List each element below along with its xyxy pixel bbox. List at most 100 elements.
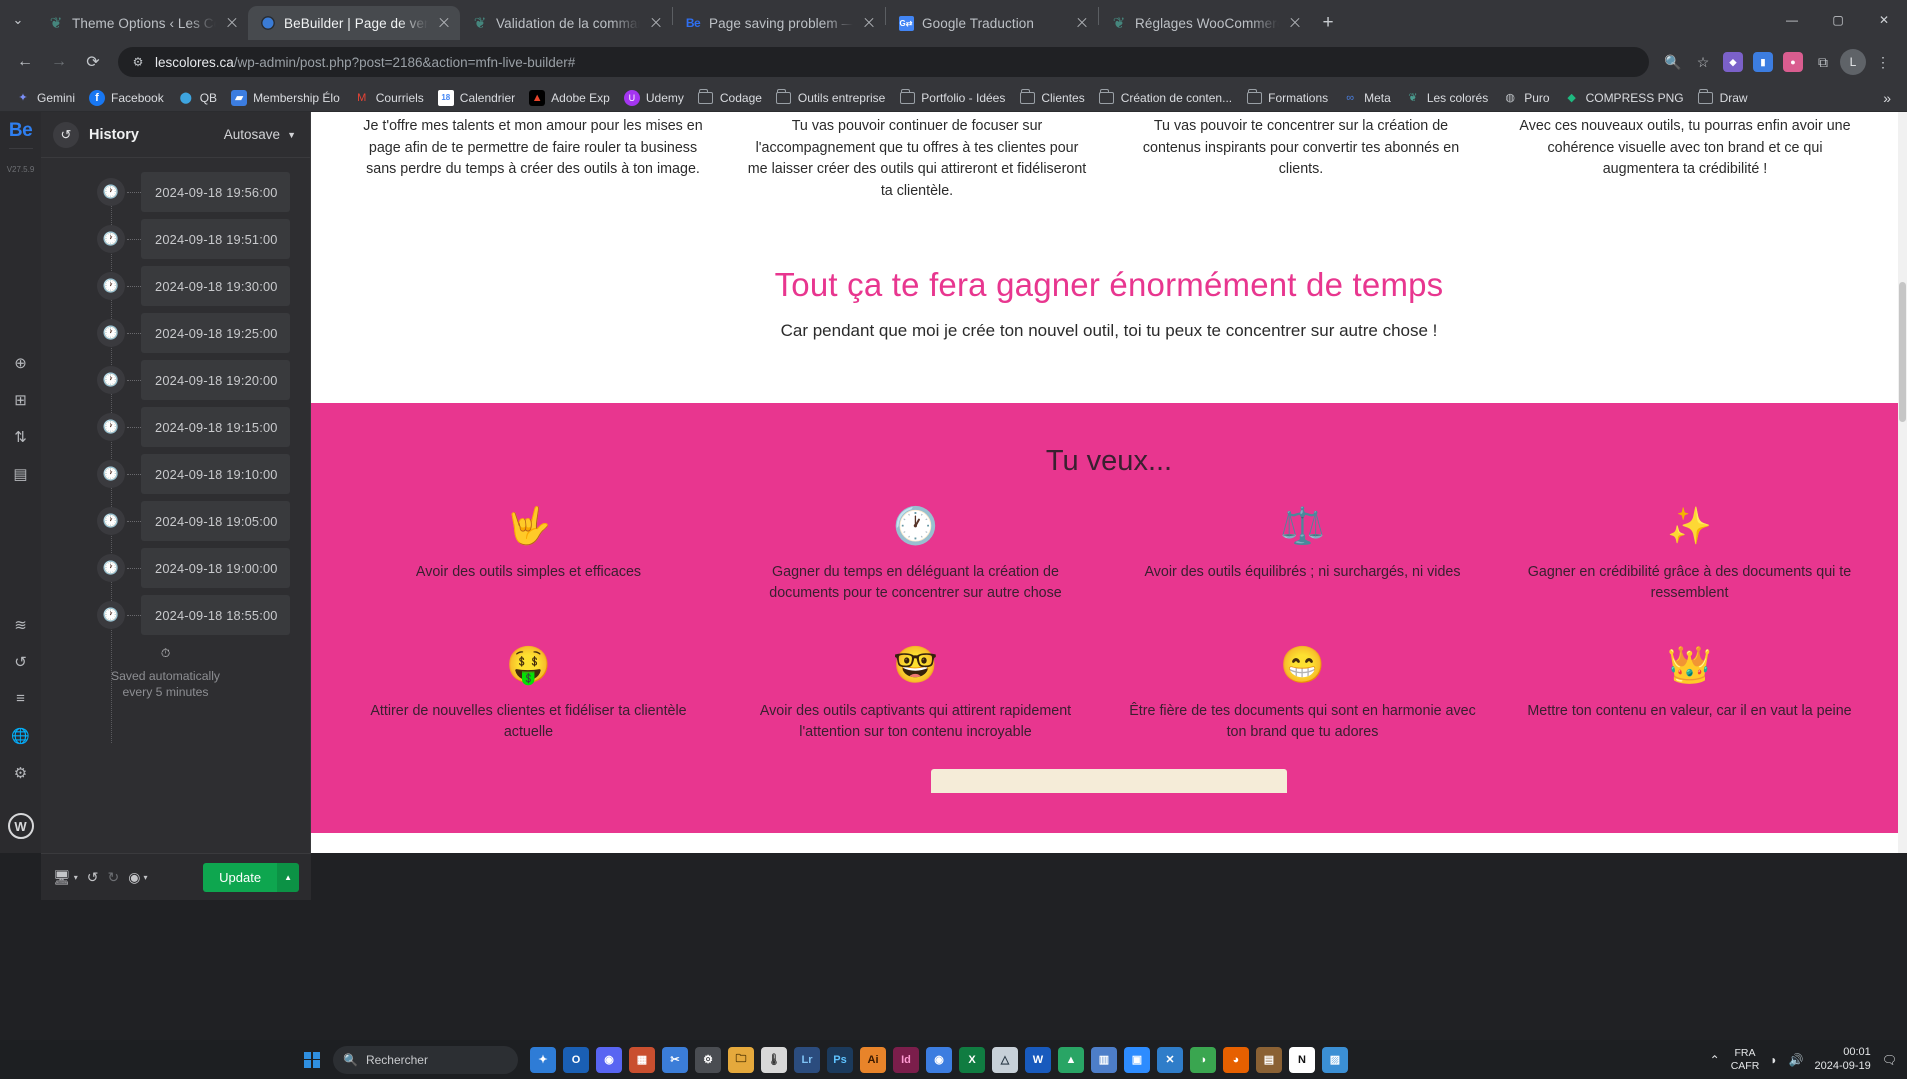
browser-tab-1[interactable]: BeBuilder | Page de vente – Out — [248, 6, 460, 40]
browser-tab-0[interactable]: ❦ Theme Options ‹ Les Colorés — — [36, 6, 248, 40]
language-indicator[interactable]: FRA CAFR — [1731, 1047, 1760, 1071]
new-tab-button[interactable]: + — [1311, 6, 1345, 40]
bookmark-folder-clientes[interactable]: Clientes — [1012, 87, 1091, 109]
close-icon[interactable] — [436, 15, 452, 31]
thermometer-icon[interactable]: 🌡 — [761, 1046, 787, 1073]
update-button[interactable]: Update — [203, 862, 278, 892]
vscode-alt-icon[interactable]: ✂ — [662, 1046, 688, 1073]
history-entry-list[interactable]: 🕐 2024-09-18 19:56:00 🕐 2024-09-18 19:51… — [41, 158, 310, 853]
lightroom-icon[interactable]: Lr — [794, 1046, 820, 1073]
responsive-preview-button[interactable]: 🖥 ▾ — [53, 869, 78, 886]
bookmark-meta[interactable]: ∞ Meta — [1335, 87, 1398, 109]
bookmark-adobe-exp[interactable]: ▲ Adobe Exp — [522, 87, 617, 109]
bookmarks-overflow-button[interactable]: » — [1875, 90, 1899, 106]
close-icon[interactable] — [1287, 15, 1303, 31]
close-icon[interactable] — [648, 15, 664, 31]
illustrator-icon[interactable]: Ai — [860, 1046, 886, 1073]
copilot-icon[interactable]: ✦ — [530, 1046, 556, 1073]
volume-icon[interactable]: 🔊 — [1789, 1053, 1804, 1067]
photoshop-icon[interactable]: Ps — [827, 1046, 853, 1073]
add-section-icon[interactable]: ⊕ — [0, 344, 41, 381]
browser-tab-2[interactable]: ❦ Validation de la commande - Le — [460, 6, 672, 40]
tab-search-button[interactable]: ⌄ — [0, 0, 36, 40]
zoom-icon[interactable]: ▣ — [1124, 1046, 1150, 1073]
history-entry[interactable]: 🕐 2024-09-18 19:15:00 — [41, 407, 290, 447]
wordpress-icon[interactable]: W — [7, 813, 34, 839]
browser-tab-5[interactable]: ❦ Réglages WooCommerce ‹ Les C — [1099, 6, 1311, 40]
grid-layout-icon[interactable]: ⊞ — [0, 381, 41, 418]
filezilla-icon[interactable]: ◑ — [1190, 1046, 1216, 1073]
browser-tab-3[interactable]: Be Page saving problem — Bethem — [673, 6, 885, 40]
outlook-icon[interactable]: O — [563, 1046, 589, 1073]
bookmark-les-colores[interactable]: ❦ Les colorés — [1398, 87, 1495, 109]
bookmark-star-icon[interactable]: ☆ — [1689, 48, 1717, 76]
bookmark-facebook[interactable]: f Facebook — [82, 87, 171, 109]
history-entry[interactable]: 🕐 2024-09-18 19:51:00 — [41, 219, 290, 259]
browser-tab-4[interactable]: G⇄ Google Traduction — [886, 6, 1098, 40]
bookmark-qb[interactable]: ⬤ QB — [171, 87, 224, 109]
page-scrollbar[interactable] — [1898, 112, 1907, 853]
redo-button[interactable]: ↻ — [108, 869, 120, 886]
bookmark-folder-draw[interactable]: Draw — [1691, 87, 1755, 109]
history-icon[interactable]: ↺ — [0, 643, 41, 680]
bookmark-folder-codage[interactable]: Codage — [691, 87, 769, 109]
globe-icon[interactable]: 🌐 — [0, 717, 41, 754]
affinity-icon[interactable]: △ — [992, 1046, 1018, 1073]
bookmark-compress-png[interactable]: ◆ COMPRESS PNG — [1557, 87, 1691, 109]
bookmark-calendrier[interactable]: 18 Calendrier — [431, 87, 522, 109]
settings-icon[interactable]: ⚙ — [695, 1046, 721, 1073]
vscode-icon[interactable]: ✕ — [1157, 1046, 1183, 1073]
network-icon[interactable]: ◗ — [1770, 1053, 1777, 1067]
extension-circle-icon[interactable]: ● — [1779, 48, 1807, 76]
file-explorer-icon[interactable]: 🗀 — [728, 1046, 754, 1073]
address-bar[interactable]: ⚙ lescolores.ca/wp-admin/post.php?post=2… — [118, 47, 1649, 77]
extension-puzzle-icon[interactable]: ◆ — [1719, 48, 1747, 76]
extensions-menu-icon[interactable]: ⧉ — [1809, 48, 1837, 76]
scrollbar-thumb[interactable] — [1899, 282, 1906, 422]
stats-icon[interactable]: ▥ — [1091, 1046, 1117, 1073]
bookmark-puro[interactable]: ◍ Puro — [1495, 87, 1556, 109]
bookmark-folder-creation-de-contenu[interactable]: Création de conten... — [1092, 87, 1239, 109]
close-icon[interactable] — [224, 15, 240, 31]
discord-icon[interactable]: ◉ — [596, 1046, 622, 1073]
bookmark-folder-portfolio-idees[interactable]: Portfolio - Idées — [892, 87, 1012, 109]
excel-icon[interactable]: X — [959, 1046, 985, 1073]
history-entry[interactable]: 🕐 2024-09-18 19:20:00 — [41, 360, 290, 400]
history-entry[interactable]: 🕐 2024-09-18 19:56:00 — [41, 172, 290, 212]
bookmark-membership-elo[interactable]: ▰ Membership Élo — [224, 87, 347, 109]
minimize-button[interactable]: — — [1769, 4, 1815, 36]
lightburn-icon[interactable]: ▤ — [1256, 1046, 1282, 1073]
gear-icon[interactable]: ⚙ — [0, 754, 41, 791]
notion-icon[interactable]: N — [1289, 1046, 1315, 1073]
update-options-button[interactable]: ▲ — [277, 862, 299, 892]
search-icon[interactable]: 🔍 — [1659, 48, 1687, 76]
bookmark-folder-formations[interactable]: Formations — [1239, 87, 1335, 109]
forward-button[interactable]: → — [44, 47, 74, 77]
bookmark-courriels[interactable]: M Courriels — [347, 87, 431, 109]
close-icon[interactable] — [1074, 15, 1090, 31]
drive-icon[interactable]: ▲ — [1058, 1046, 1084, 1073]
close-window-button[interactable]: ✕ — [1861, 4, 1907, 36]
photos-icon[interactable]: ▨ — [1322, 1046, 1348, 1073]
firefox-icon[interactable]: ◕ — [1223, 1046, 1249, 1073]
maximize-button[interactable]: ▢ — [1815, 4, 1861, 36]
preview-button[interactable]: ◉ ▾ — [128, 869, 147, 886]
back-button[interactable]: ← — [10, 47, 40, 77]
layers-icon[interactable]: ≋ — [0, 606, 41, 643]
excel-sheets-icon[interactable]: ▦ — [629, 1046, 655, 1073]
history-entry[interactable]: 🕐 2024-09-18 19:05:00 — [41, 501, 290, 541]
reorder-icon[interactable]: ⇅ — [0, 418, 41, 455]
undo-button[interactable]: ↺ — [87, 869, 99, 886]
settings-sliders-icon[interactable]: ≡ — [0, 680, 41, 717]
history-entry[interactable]: 🕐 2024-09-18 19:30:00 — [41, 266, 290, 306]
page-info-icon[interactable]: ⚙ — [130, 54, 146, 70]
chrome-menu-icon[interactable]: ⋮ — [1869, 48, 1897, 76]
history-entry[interactable]: 🕐 2024-09-18 19:10:00 — [41, 454, 290, 494]
bookmark-gemini[interactable]: ✦ Gemini — [8, 87, 82, 109]
wireframe-icon[interactable]: ▤ — [0, 455, 41, 492]
history-entry[interactable]: 🕐 2024-09-18 19:25:00 — [41, 313, 290, 353]
history-entry[interactable]: 🕐 2024-09-18 18:55:00 — [41, 595, 290, 635]
avatar[interactable]: L — [1839, 48, 1867, 76]
autosave-filter-dropdown[interactable]: Autosave ▼ — [224, 127, 296, 142]
word-icon[interactable]: W — [1025, 1046, 1051, 1073]
